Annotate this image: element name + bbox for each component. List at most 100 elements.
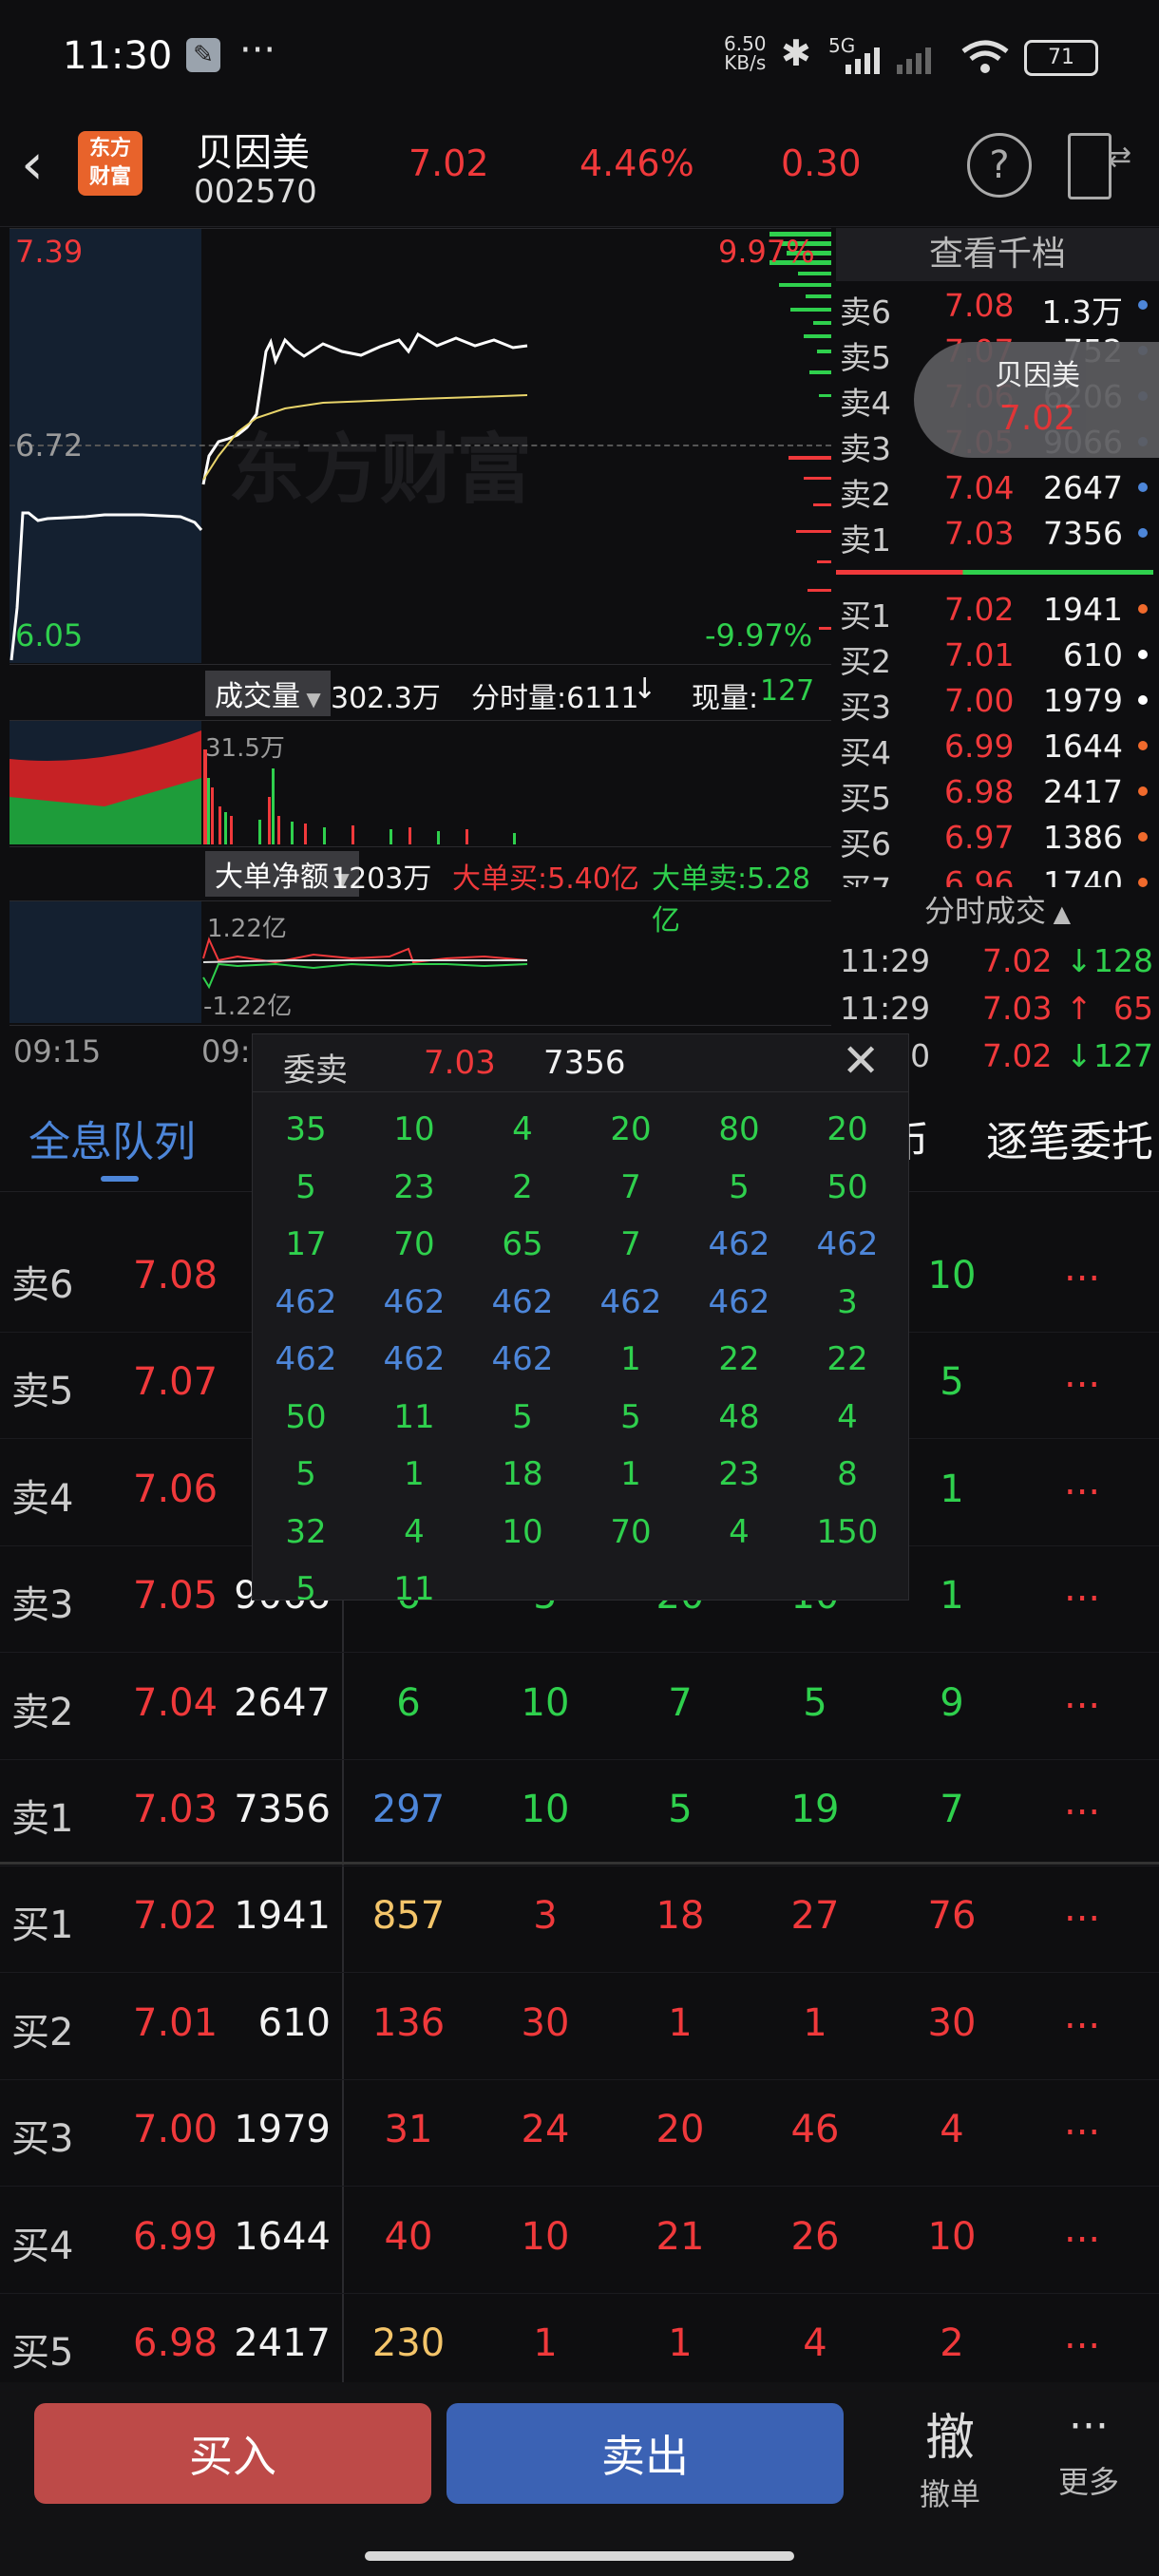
level-dot-icon [1138, 878, 1148, 887]
ask-level-label: 卖4 [840, 385, 891, 422]
more-icon[interactable]: ... [1064, 1674, 1100, 1717]
queue-level-volume: 7356 [234, 1788, 331, 1831]
popup-order-size: 150 [816, 1512, 879, 1551]
queue-order-size: 20 [656, 2108, 705, 2152]
more-icon[interactable]: ... [1064, 1994, 1100, 2037]
ask-level-row[interactable]: 卖2 7.04 2647 [836, 465, 1159, 513]
landscape-arrow-icon: ⇄ [1108, 141, 1132, 174]
queue-level-label: 买2 [11, 2010, 74, 2055]
more-icon[interactable]: ... [1064, 2314, 1100, 2358]
popup-order-size: 23 [718, 1455, 760, 1493]
more-icon[interactable]: ... [1064, 1780, 1100, 1824]
more-icon[interactable]: ... [1064, 1246, 1100, 1290]
time-start-label: 09:15 [13, 1033, 102, 1070]
volume-dropdown[interactable]: 成交量 ▼ [205, 671, 331, 716]
tab-active-indicator [101, 1176, 139, 1182]
bid-level-row[interactable]: 买5 6.98 2417 [836, 769, 1159, 817]
level-dot-icon [1138, 604, 1148, 614]
logo-line2: 财富 [88, 165, 131, 189]
queue-level-volume: 610 [257, 2000, 331, 2045]
bid-level-row[interactable]: 买1 7.02 1941 [836, 587, 1159, 635]
bottom-action-bar: 买入 卖出 撤 撤单 ··· 更多 [0, 2382, 1159, 2576]
tick-price: 7.02 [982, 942, 1053, 979]
more-notifications-icon: ··· [239, 28, 276, 72]
queue-order-size: 18 [656, 1894, 705, 1939]
ask-level-label: 卖2 [840, 476, 891, 513]
tab-order-by-order[interactable]: 逐笔委托 [986, 1108, 1153, 1168]
more-icon[interactable]: ... [1064, 2207, 1100, 2251]
popup-order-size: 462 [275, 1340, 337, 1378]
tick-volume: 65 [1113, 990, 1153, 1027]
more-button[interactable]: ··· 更多 [1032, 2397, 1146, 2502]
cancel-order-button[interactable]: 撤 撤单 [893, 2397, 1007, 2514]
down-arrow-icon: ↓ [633, 672, 657, 706]
bid-level-row[interactable]: 买2 7.01 610 [836, 633, 1159, 680]
intraday-chart[interactable]: 东方财富 7.39 9.97% 6.72 6.05 -9.97% [10, 228, 831, 665]
help-icon[interactable]: ? [967, 133, 1032, 198]
more-icon[interactable]: ... [1064, 2100, 1100, 2144]
ask-level-row[interactable]: 卖1 7.03 7356 [836, 511, 1159, 559]
bid-level-price: 6.99 [944, 728, 1015, 765]
bid-level-row[interactable]: 买6 6.97 1386 [836, 815, 1159, 862]
queue-level-label: 卖1 [11, 1797, 74, 1841]
popup-order-size: 11 [393, 1397, 435, 1436]
tab-full-queue[interactable]: 全息队列 [28, 1108, 196, 1168]
queue-order-size: 6 [396, 1680, 421, 1725]
tick-time: 11:29 [840, 942, 931, 979]
queue-order-size: 297 [371, 1788, 446, 1831]
queue-level-label: 买1 [11, 1904, 74, 1948]
popup-order-size: 1 [620, 1340, 641, 1378]
stock-bubble[interactable]: 贝因美 7.02 [914, 342, 1159, 458]
queue-order-size: 5 [668, 1788, 693, 1831]
more-icon[interactable]: ... [1064, 1566, 1100, 1610]
view-1000-levels-button[interactable]: 查看千档 [836, 228, 1159, 281]
bid-level-row[interactable]: 买3 7.00 1979 [836, 678, 1159, 726]
more-icon[interactable]: ... [1064, 1460, 1100, 1504]
high-pct-label: 9.97% [718, 234, 815, 270]
queue-row[interactable]: 买2 7.01 610 136 30 1 1 30... [0, 1973, 1159, 2080]
bluetooth-icon: ✱ [781, 32, 811, 74]
queue-level-volume: 2417 [234, 2321, 331, 2365]
dropdown-caret-icon: ▼ [300, 688, 321, 710]
sell-button[interactable]: 卖出 [446, 2403, 844, 2504]
popup-order-size: 8 [837, 1455, 858, 1493]
queue-level-price: 6.99 [133, 2214, 218, 2259]
bid-level-price: 7.02 [944, 591, 1015, 628]
net-speed: 6.50 KB/s [724, 34, 767, 72]
ticks-header[interactable]: 分时成交 ▲ [836, 887, 1159, 935]
volume-label: 成交量 [215, 680, 300, 713]
app-logo: 东方 财富 [78, 131, 142, 196]
current-volume-value: 127 [760, 674, 815, 708]
buy-button[interactable]: 买入 [34, 2403, 431, 2504]
bid-level-label: 买4 [840, 734, 891, 771]
queue-row[interactable]: 买4 6.99 1644 40 10 21 26 10... [0, 2187, 1159, 2294]
popup-order-size: 462 [708, 1225, 770, 1263]
queue-order-size: 1 [533, 2321, 558, 2365]
popup-order-size: 70 [393, 1225, 435, 1263]
ask-level-row[interactable]: 卖6 7.08 1.3万 [836, 283, 1159, 331]
change-percent: 4.46% [580, 142, 694, 184]
close-icon[interactable]: ✕ [842, 1034, 880, 1088]
bid-level-row[interactable]: 买4 6.99 1644 [836, 724, 1159, 771]
queue-order-size: 30 [927, 2000, 977, 2045]
bigorder-header: 大单净额 ▼ 1203万 大单买:5.40亿 大单卖:5.28亿 [10, 847, 831, 938]
more-icon[interactable]: ... [1064, 1886, 1100, 1930]
stock-code: 002570 [194, 173, 317, 211]
tick-row: 11:29 7.03 ↑ 65 [836, 986, 1159, 1032]
queue-row[interactable]: 买3 7.00 1979 31 24 20 46 4... [0, 2079, 1159, 2188]
bid-level-volume: 1386 [1043, 819, 1123, 856]
more-icon[interactable]: ... [1064, 1353, 1100, 1396]
queue-order-size: 30 [521, 2000, 570, 2045]
level-dot-icon [1138, 786, 1148, 796]
queue-row[interactable]: 卖2 7.04 2647 6 10 7 5 9... [0, 1653, 1159, 1760]
queue-row[interactable]: 买1 7.02 1941 857 3 18 27 76... [0, 1866, 1159, 1974]
bid-level-label: 买3 [840, 689, 891, 726]
caret-up-icon: ▲ [1045, 900, 1072, 927]
landscape-icon[interactable] [1068, 133, 1112, 199]
queue-level-label: 卖4 [11, 1476, 74, 1521]
queue-order-size: 1 [940, 1574, 964, 1619]
queue-row[interactable]: 卖1 7.03 7356 297 10 5 19 7... [0, 1759, 1159, 1866]
queue-order-size: 1 [803, 2000, 827, 2045]
back-icon[interactable]: ‹ [21, 131, 44, 198]
queue-level-label: 买3 [11, 2117, 74, 2162]
